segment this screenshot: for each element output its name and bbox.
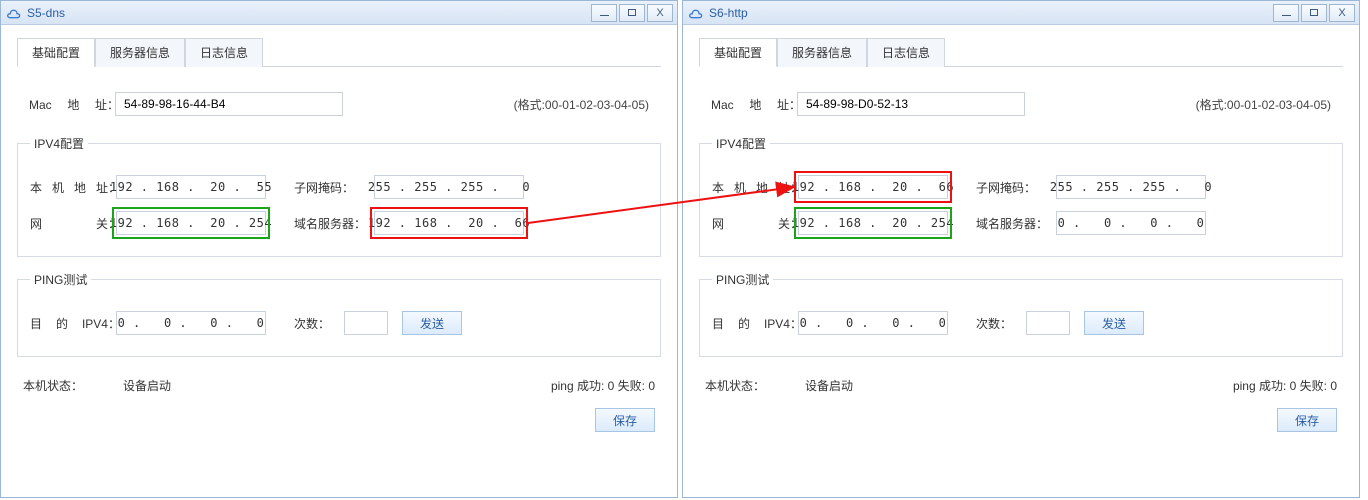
dest-ip-label: 目的IPV4 (30, 315, 108, 332)
mac-label: Mac地址 (711, 96, 789, 113)
count-label: 次数： (294, 315, 344, 332)
field-label: 网关 (712, 215, 790, 232)
ping-legend: PING测试 (30, 271, 91, 288)
gateway-input[interactable]: 192 . 168 . 20 . 254 (116, 211, 266, 235)
tab[interactable]: 基础配置 (17, 38, 95, 67)
ipv4-legend: IPV4配置 (30, 135, 88, 152)
mac-section: Mac地址：(格式:00-01-02-03-04-05) (699, 83, 1343, 125)
dest-ip-input[interactable]: 0 . 0 . 0 . 0 (798, 311, 948, 335)
window-content: 基础配置服务器信息日志信息 Mac地址：(格式:00-01-02-03-04-05… (683, 25, 1359, 497)
status-label: 本机状态： (705, 377, 765, 394)
send-button[interactable]: 发送 (402, 311, 462, 335)
cloud-icon (687, 5, 703, 21)
field-label: 子网掩码： (976, 179, 1056, 196)
tab[interactable]: 服务器信息 (95, 38, 185, 67)
netmask-input[interactable]: 255 . 255 . 255 . 0 (374, 175, 524, 199)
tab-bar: 基础配置服务器信息日志信息 (699, 37, 1343, 67)
window-title: S5-dns (27, 6, 65, 20)
save-button[interactable]: 保存 (595, 408, 655, 432)
maximize-button[interactable] (1301, 4, 1327, 22)
field-label: 本机地址 (30, 179, 108, 196)
field-label: 网关 (30, 215, 108, 232)
mac-format-hint: (格式:00-01-02-03-04-05) (514, 96, 649, 113)
field-label: 子网掩码： (294, 179, 374, 196)
field-label: 本机地址 (712, 179, 790, 196)
send-button[interactable]: 发送 (1084, 311, 1144, 335)
mac-input[interactable] (797, 92, 1025, 116)
app-window: S5-dns X 基础配置服务器信息日志信息 Mac地址：(格式:00-01-02-0… (0, 0, 678, 498)
count-label: 次数： (976, 315, 1026, 332)
tab-bar: 基础配置服务器信息日志信息 (17, 37, 661, 67)
maximize-button[interactable] (619, 4, 645, 22)
save-row: 保存 (17, 408, 661, 432)
mac-section: Mac地址：(格式:00-01-02-03-04-05) (17, 83, 661, 125)
window-content: 基础配置服务器信息日志信息 Mac地址：(格式:00-01-02-03-04-05… (1, 25, 677, 497)
ping-result: ping 成功: 0 失败: 0 (1233, 377, 1337, 394)
mac-format-hint: (格式:00-01-02-03-04-05) (1196, 96, 1331, 113)
save-row: 保存 (699, 408, 1343, 432)
dns-input[interactable]: 0 . 0 . 0 . 0 (1056, 211, 1206, 235)
cloud-icon (5, 5, 21, 21)
count-input[interactable] (1026, 311, 1070, 335)
tab[interactable]: 日志信息 (867, 38, 945, 67)
close-button[interactable]: X (1329, 4, 1355, 22)
status-label: 本机状态： (23, 377, 83, 394)
tab[interactable]: 日志信息 (185, 38, 263, 67)
app-window: S6-http X 基础配置服务器信息日志信息 Mac地址：(格式:00-01-02-… (682, 0, 1360, 498)
ipv4-legend: IPV4配置 (712, 135, 770, 152)
status-bar: 本机状态： 设备启动 ping 成功: 0 失败: 0 (17, 377, 661, 394)
titlebar: S5-dns X (1, 1, 677, 25)
status-value: 设备启动 (805, 377, 853, 394)
gateway-input[interactable]: 192 . 168 . 20 . 254 (798, 211, 948, 235)
ping-section: PING测试目的IPV4：0 . 0 . 0 . 0次数：发送 (17, 271, 661, 357)
dns-input[interactable]: 192 . 168 . 20 . 66 (374, 211, 524, 235)
ping-section: PING测试目的IPV4：0 . 0 . 0 . 0次数：发送 (699, 271, 1343, 357)
tab[interactable]: 基础配置 (699, 38, 777, 67)
ping-legend: PING测试 (712, 271, 773, 288)
ipv4-section: IPV4配置本机地址：192 . 168 . 20 . 66子网掩码：255 .… (699, 135, 1343, 257)
window-title: S6-http (709, 6, 748, 20)
status-bar: 本机状态： 设备启动 ping 成功: 0 失败: 0 (699, 377, 1343, 394)
dest-ip-input[interactable]: 0 . 0 . 0 . 0 (116, 311, 266, 335)
local_ip-input[interactable]: 192 . 168 . 20 . 66 (798, 175, 948, 199)
ipv4-section: IPV4配置本机地址：192 . 168 . 20 . 55子网掩码：255 .… (17, 135, 661, 257)
mac-label: Mac地址 (29, 96, 107, 113)
status-value: 设备启动 (123, 377, 171, 394)
dest-ip-label: 目的IPV4 (712, 315, 790, 332)
tab[interactable]: 服务器信息 (777, 38, 867, 67)
minimize-button[interactable] (591, 4, 617, 22)
local_ip-input[interactable]: 192 . 168 . 20 . 55 (116, 175, 266, 199)
count-input[interactable] (344, 311, 388, 335)
field-label: 域名服务器： (294, 215, 374, 232)
titlebar: S6-http X (683, 1, 1359, 25)
save-button[interactable]: 保存 (1277, 408, 1337, 432)
minimize-button[interactable] (1273, 4, 1299, 22)
mac-input[interactable] (115, 92, 343, 116)
ping-result: ping 成功: 0 失败: 0 (551, 377, 655, 394)
field-label: 域名服务器： (976, 215, 1056, 232)
netmask-input[interactable]: 255 . 255 . 255 . 0 (1056, 175, 1206, 199)
close-button[interactable]: X (647, 4, 673, 22)
